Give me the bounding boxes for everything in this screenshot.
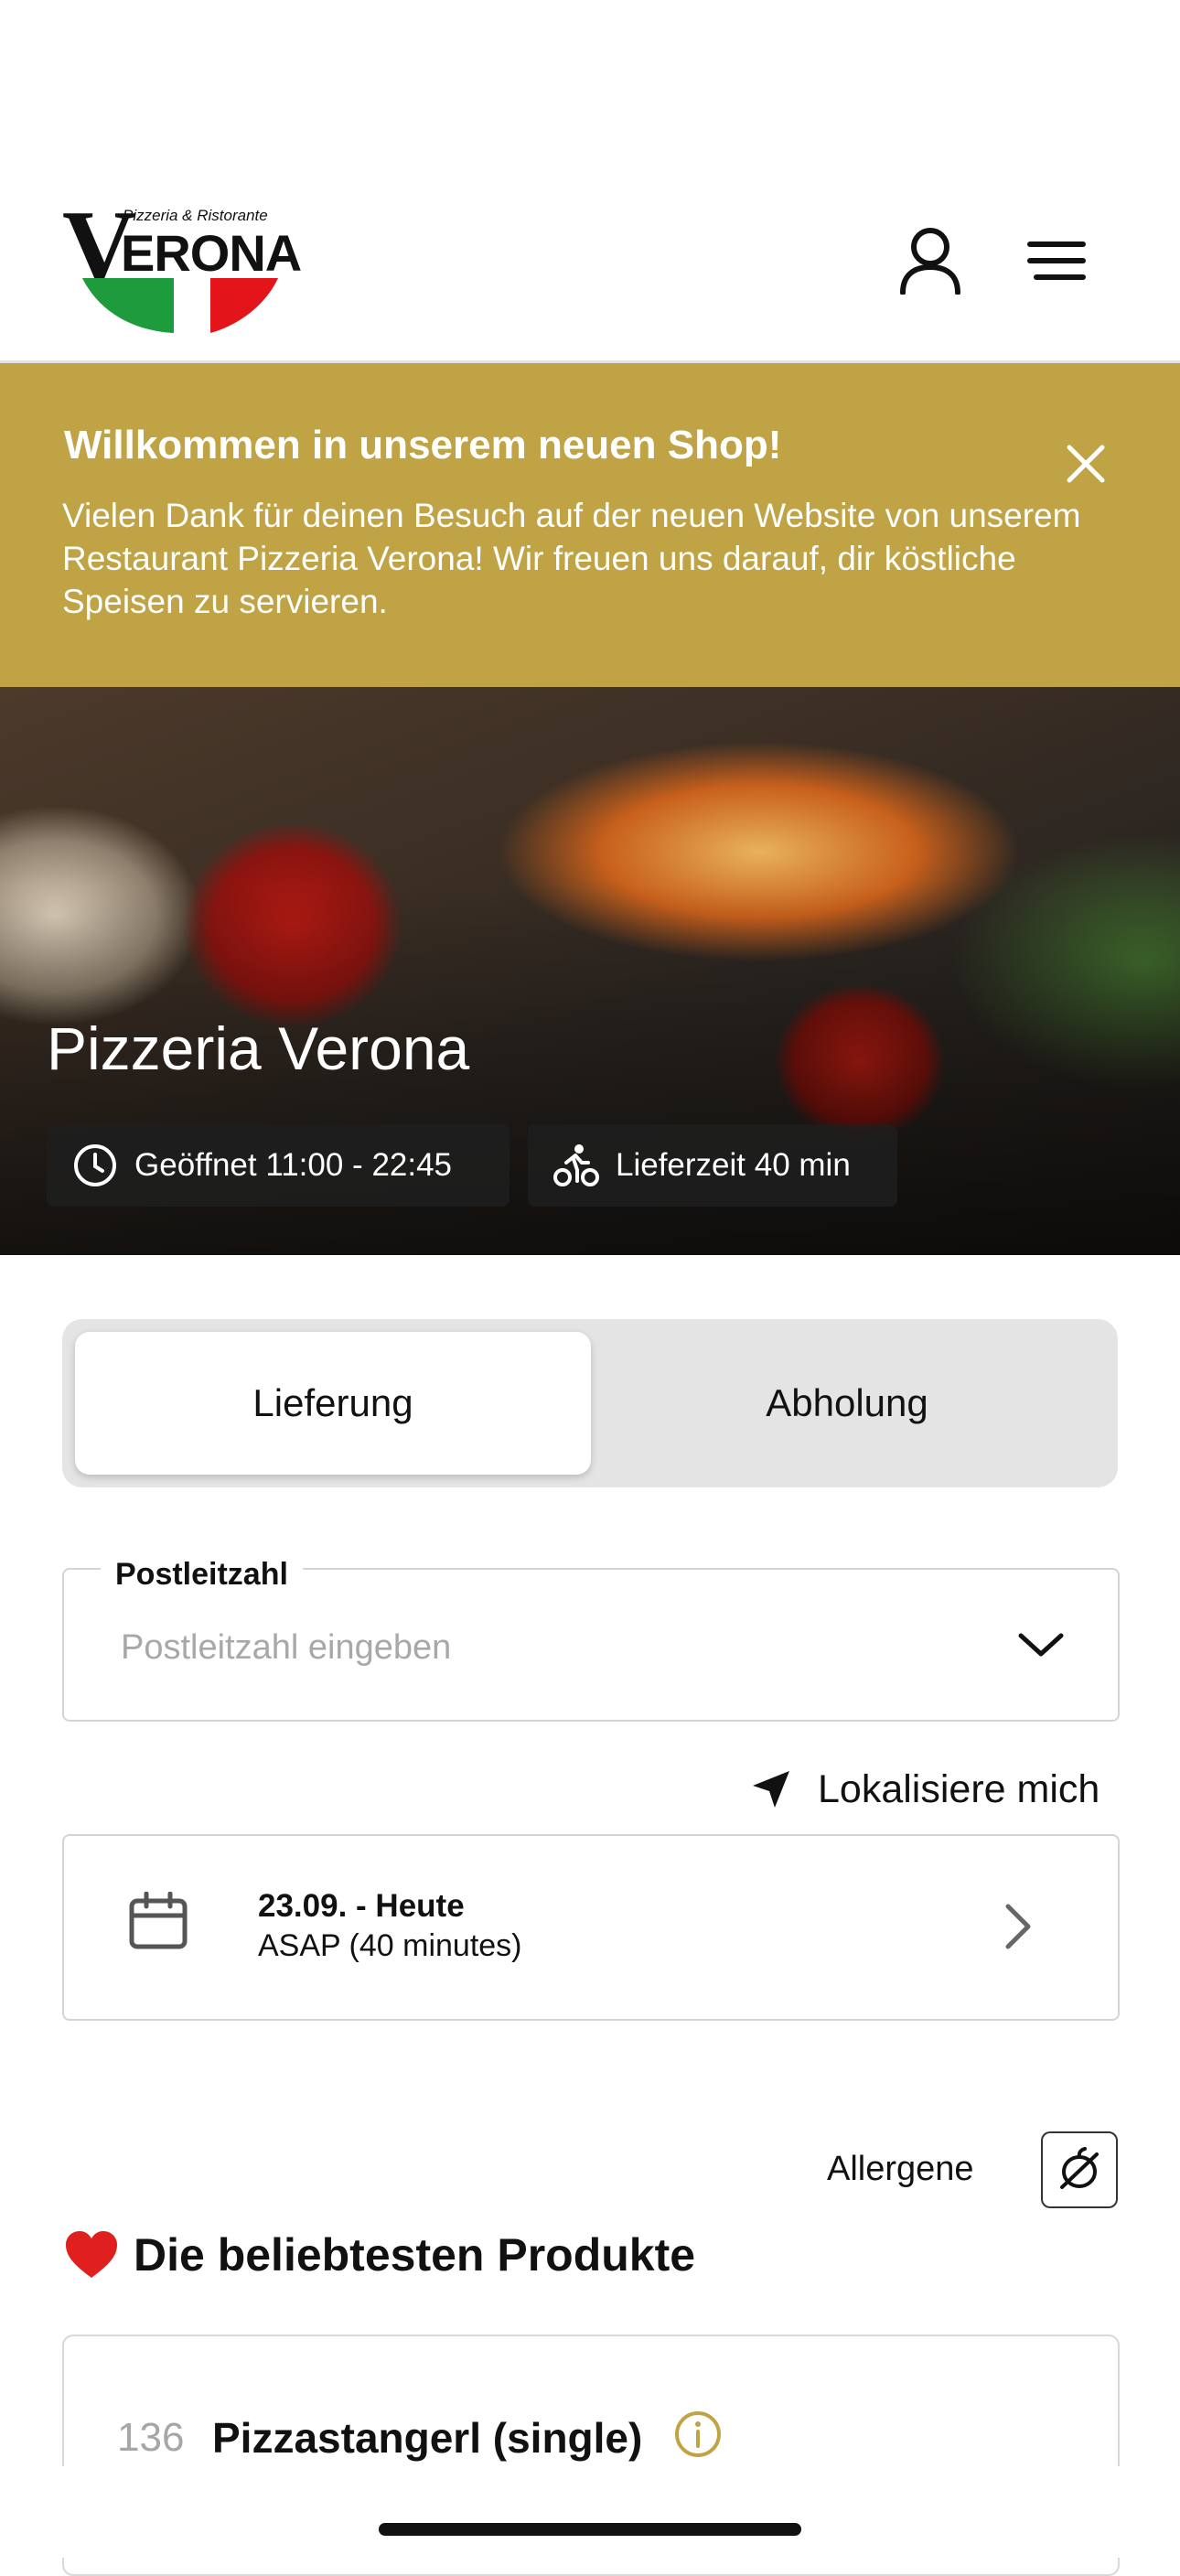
delivery-time-selector[interactable] (62, 1834, 1120, 2021)
bike-courier-icon (553, 1143, 599, 1188)
user-icon (900, 228, 960, 295)
home-indicator[interactable] (379, 2523, 801, 2536)
bottom-safe-area (0, 2466, 1180, 2558)
logo-text: ERONA (121, 224, 302, 282)
delivery-time-text: Lieferzeit 40 min (616, 1147, 851, 1183)
chevron-right-icon (1005, 1904, 1031, 1949)
logo-subtitle: Pizzeria & Ristorante (123, 207, 268, 224)
account-button[interactable] (889, 220, 971, 302)
calendar-icon (129, 1892, 188, 1949)
locate-me-label: Lokalisiere mich (818, 1766, 1100, 1811)
pickup-tab[interactable]: Abholung (589, 1332, 1105, 1475)
banner-title: Willkommen in unserem neuen Shop! (64, 423, 782, 467)
info-icon[interactable] (673, 2410, 723, 2459)
allergens-filter-button[interactable] (1041, 2131, 1118, 2208)
delivery-date: 23.09. - Heute (258, 1888, 465, 1924)
logo-flag-swoosh (82, 278, 278, 333)
heart-icon (64, 2230, 119, 2280)
locate-me-button[interactable]: Lokalisiere mich (750, 1762, 1100, 1817)
postal-code-placeholder: Postleitzahl eingeben (121, 1628, 452, 1667)
chevron-down-icon[interactable] (1015, 1625, 1067, 1665)
allergens-label: Allergene (827, 2150, 974, 2188)
popular-products-title: Die beliebtesten Produkte (134, 2229, 696, 2281)
restaurant-name: Pizzeria Verona (47, 1014, 470, 1082)
banner-close-button[interactable] (1052, 430, 1120, 498)
opening-hours-text: Geöffnet 11:00 - 22:45 (134, 1147, 453, 1183)
close-icon (1067, 445, 1105, 483)
product-name: Pizzastangerl (single) (212, 2414, 643, 2462)
popular-products-heading: Die beliebtesten Produkte (64, 2228, 695, 2281)
product-number: 136 (117, 2415, 185, 2460)
logo[interactable]: V Pizzeria & Ristorante ERONA (62, 196, 302, 333)
delivery-time: ASAP (40 minutes) (258, 1928, 522, 1963)
hamburger-menu-icon (1027, 242, 1086, 280)
header: V Pizzeria & Ristorante ERONA (0, 0, 1180, 363)
clock-icon (72, 1143, 118, 1188)
banner-text: Vielen Dank für deinen Besuch auf der ne… (62, 497, 1081, 620)
menu-button[interactable] (1015, 220, 1098, 302)
opening-hours-badge: Geöffnet 11:00 - 22:45 (47, 1124, 510, 1207)
allergen-filter-icon (1060, 2147, 1099, 2189)
delivery-time-badge: Lieferzeit 40 min (528, 1124, 897, 1207)
location-arrow-icon (750, 1768, 792, 1810)
delivery-tab[interactable]: Lieferung (75, 1332, 591, 1475)
postal-code-label: Postleitzahl (101, 1557, 303, 1593)
